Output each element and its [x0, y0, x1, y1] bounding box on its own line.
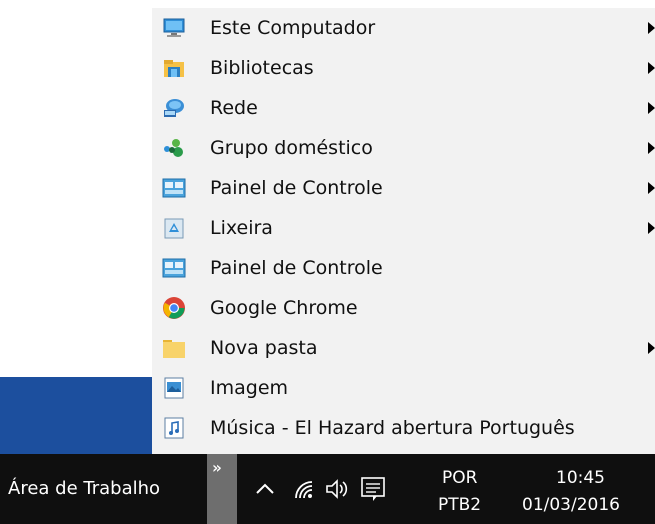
menu-item-label: Lixeira: [210, 217, 273, 239]
clock-time[interactable]: 10:45: [556, 468, 605, 488]
libraries-icon: [164, 60, 184, 77]
recycle-bin-icon: [164, 218, 184, 239]
toolbar-menu: Este Computador Bibliotecas Rede Grupo d…: [152, 8, 655, 454]
submenu-arrow-icon: [648, 342, 655, 354]
menu-item-musica[interactable]: Música - El Hazard abertura Português: [152, 408, 655, 448]
menu-item-label: Bibliotecas: [210, 57, 314, 79]
menu-item-nova-pasta[interactable]: Nova pasta: [152, 328, 655, 368]
submenu-arrow-icon: [648, 142, 655, 154]
menu-item-label: Grupo doméstico: [210, 137, 373, 159]
menu-item-google-chrome[interactable]: Google Chrome: [152, 288, 655, 328]
desktop-background: [0, 377, 152, 454]
menu-item-painel-de-controle-2[interactable]: Painel de Controle: [152, 248, 655, 288]
desktop-toolbar-label[interactable]: Área de Trabalho: [8, 478, 160, 499]
keyboard-layout-indicator[interactable]: PTB2: [438, 495, 481, 515]
computer-icon: [163, 18, 185, 37]
toolbar-overflow-button[interactable]: »: [207, 454, 237, 524]
homegroup-icon: [164, 139, 183, 157]
menu-item-label: Painel de Controle: [210, 257, 383, 279]
chevron-up-icon[interactable]: [250, 474, 280, 504]
menu-item-imagem[interactable]: Imagem: [152, 368, 655, 408]
control-panel-icon: [162, 258, 186, 278]
submenu-arrow-icon: [648, 102, 655, 114]
music-file-icon: [164, 417, 184, 439]
menu-item-label: Painel de Controle: [210, 177, 383, 199]
menu-item-label: Nova pasta: [210, 337, 318, 359]
menu-item-este-computador[interactable]: Este Computador: [152, 8, 655, 48]
menu-item-label: Imagem: [210, 377, 289, 399]
menu-item-label: Música - El Hazard abertura Português: [210, 417, 575, 439]
image-file-icon: [164, 377, 184, 399]
folder-icon: [163, 340, 185, 358]
menu-item-label: Este Computador: [210, 17, 376, 39]
double-chevron-icon: »: [212, 458, 222, 477]
menu-item-grupo-domestico[interactable]: Grupo doméstico: [152, 128, 655, 168]
submenu-arrow-icon: [648, 182, 655, 194]
top-strip: [0, 0, 655, 8]
taskbar: Área de Trabalho » POR PTB2 10:45 01/03/…: [0, 454, 655, 524]
volume-icon[interactable]: [322, 474, 352, 504]
submenu-arrow-icon: [648, 22, 655, 34]
network-icon: [164, 99, 184, 117]
language-indicator[interactable]: POR: [442, 468, 477, 488]
menu-item-label: Rede: [210, 97, 258, 119]
menu-item-lixeira[interactable]: Lixeira: [152, 208, 655, 248]
control-panel-icon: [162, 178, 186, 198]
submenu-arrow-icon: [648, 62, 655, 74]
wifi-icon[interactable]: [288, 474, 318, 504]
menu-item-label: Google Chrome: [210, 297, 358, 319]
menu-item-rede[interactable]: Rede: [152, 88, 655, 128]
action-center-icon[interactable]: [358, 474, 388, 504]
clock-date[interactable]: 01/03/2016: [522, 495, 620, 515]
menu-item-bibliotecas[interactable]: Bibliotecas: [152, 48, 655, 88]
menu-item-painel-de-controle[interactable]: Painel de Controle: [152, 168, 655, 208]
submenu-arrow-icon: [648, 222, 655, 234]
chrome-icon: [163, 297, 185, 319]
